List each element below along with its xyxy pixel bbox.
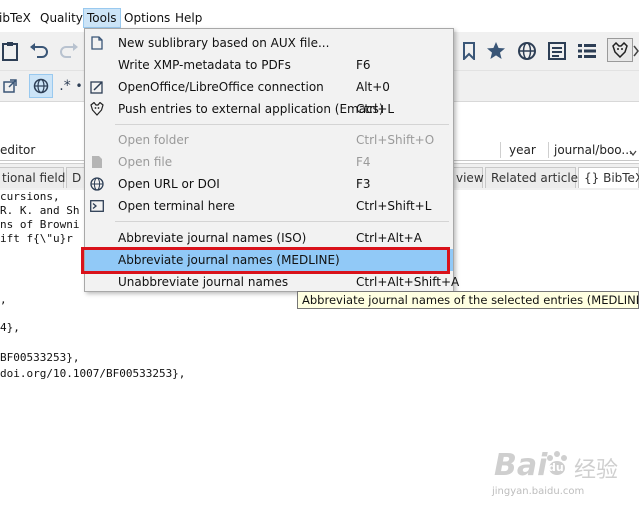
menu-separator <box>115 124 449 125</box>
menu-item-abbreviate-iso[interactable]: Abbreviate journal names (ISO) Ctrl+Alt+… <box>85 227 453 249</box>
menu-item-unabbreviate[interactable]: Unabbreviate journal names Ctrl+Alt+Shif… <box>85 271 459 293</box>
menu-help[interactable]: Help <box>172 8 205 28</box>
watermark-jingyan: 经验 <box>574 458 619 483</box>
menu-item-open-url-doi[interactable]: Open URL or DOI F3 <box>85 173 453 195</box>
open-external-icon[interactable] <box>2 78 18 94</box>
case-sensitive-icon[interactable]: • <box>74 77 84 95</box>
redo-icon[interactable] <box>58 40 80 62</box>
menu-quality[interactable]: Quality <box>37 8 86 28</box>
menu-item-open-terminal[interactable]: Open terminal here Ctrl+Shift+L <box>85 195 453 217</box>
baidu-watermark: Bai du 经验 jingyan.baidu.com <box>488 448 638 508</box>
menu-bibtex[interactable]: ibTeX <box>0 8 34 28</box>
sort-chevron-icon[interactable] <box>629 146 637 156</box>
column-year[interactable]: year <box>509 140 536 160</box>
watermark-url: jingyan.baidu.com <box>492 486 585 497</box>
menu-item-write-xmp[interactable]: Write XMP-metadata to PDFs F6 <box>85 54 453 76</box>
menu-separator <box>115 221 449 222</box>
watermark-paw-text: du <box>548 461 564 474</box>
menu-options[interactable]: Options <box>121 8 173 28</box>
push-emacs-icon[interactable] <box>607 38 633 62</box>
code-line: ift f{\"u}r <box>0 232 73 245</box>
new-file-icon <box>90 36 104 50</box>
menu-tools[interactable]: Tools <box>83 8 121 28</box>
column-divider <box>500 142 501 158</box>
column-editor[interactable]: editor <box>0 140 35 160</box>
bookmark-icon[interactable] <box>459 40 479 62</box>
tab-optional-fields[interactable]: tional fields <box>0 167 72 188</box>
menu-bar: ibTeX Quality Tools Options Help <box>0 8 639 28</box>
tab-related-articles[interactable]: Related articles <box>485 167 584 188</box>
code-line: R. K. and Sh <box>0 204 80 217</box>
menu-item-openoffice-connection[interactable]: OpenOffice/LibreOffice connection Alt+0 <box>85 76 453 98</box>
gnu-icon <box>90 102 104 116</box>
globe-icon <box>90 177 104 191</box>
watermark-brand: Bai <box>494 448 548 483</box>
column-divider <box>548 142 549 158</box>
regex-icon[interactable]: .* <box>56 77 74 95</box>
code-line: , <box>0 293 7 306</box>
code-line: ns of Browni <box>0 218 80 231</box>
paste-icon[interactable] <box>0 40 20 62</box>
tab-preview[interactable]: view <box>450 167 484 188</box>
code-line: cursions, <box>0 190 60 203</box>
menu-item-open-folder[interactable]: Open folder Ctrl+Shift+O <box>85 129 453 151</box>
code-line: BF00533253}, <box>0 351 80 364</box>
edit-box-icon <box>90 80 104 94</box>
menu-item-new-sublibrary[interactable]: New sublibrary based on AUX file... <box>85 32 453 54</box>
list-view-icon[interactable] <box>576 40 598 62</box>
code-line: doi.org/10.1007/BF00533253}, <box>0 367 186 380</box>
web-search-icon[interactable] <box>516 40 538 62</box>
tab-bibtex[interactable]: {} BibTeX <box>578 167 639 188</box>
menu-item-push-emacs[interactable]: Push entries to external application (Em… <box>85 98 453 120</box>
highlight-callout-box <box>81 247 450 274</box>
undo-icon[interactable] <box>28 40 50 62</box>
terminal-icon <box>90 199 104 213</box>
global-search-icon[interactable] <box>29 74 53 98</box>
menu-item-tooltip: Abbreviate journal names of the selected… <box>297 291 639 309</box>
menu-item-open-file[interactable]: Open file F4 <box>85 151 453 173</box>
code-line: 4}, <box>0 321 20 334</box>
file-icon <box>90 155 104 169</box>
entry-editor-icon[interactable] <box>546 40 568 62</box>
column-journal[interactable]: journal/boo... <box>554 140 633 160</box>
toolbar-overflow-icon[interactable] <box>633 44 639 58</box>
star-icon[interactable] <box>485 40 507 62</box>
